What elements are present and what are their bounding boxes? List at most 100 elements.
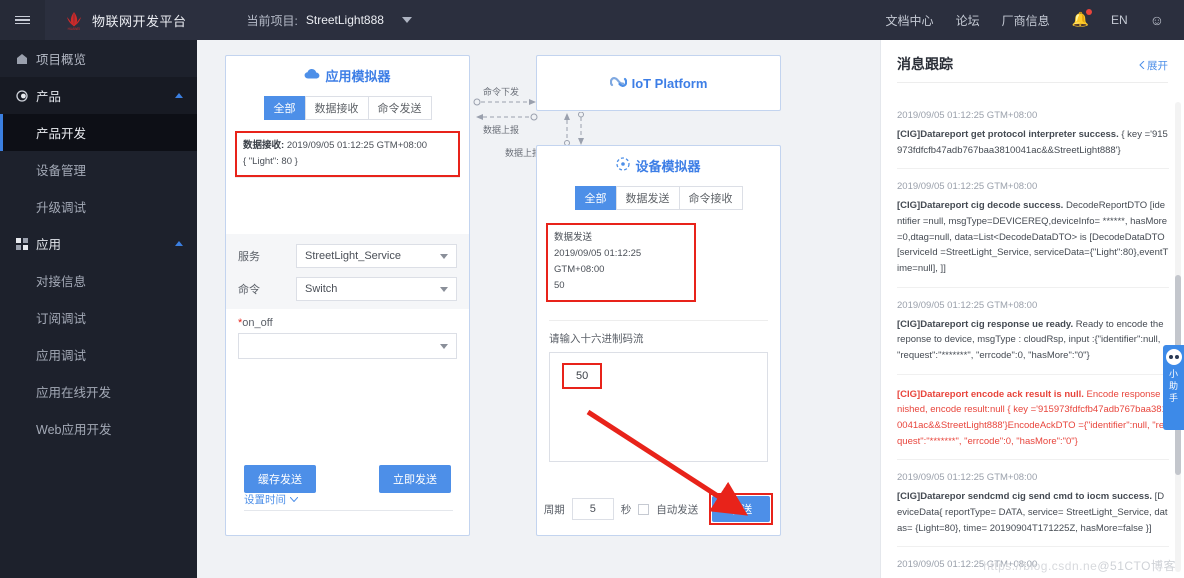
log-label: 数据发送 [554, 232, 593, 243]
user-icon[interactable]: ☺ [1150, 12, 1164, 28]
chevron-down-icon [440, 253, 448, 259]
watermark: https://blog.csdn.ne@51CTO博客 [983, 557, 1176, 574]
nav-link-forum[interactable]: 论坛 [956, 12, 980, 29]
project-value: StreetLight888 [305, 13, 384, 27]
sidebar: 项目概览 产品 产品开发 设备管理 升级调试 应用 对接信息 订阅调试 应用调试… [0, 40, 197, 578]
trace-entry: 2019/09/05 01:12:25 GTM+08:00 [CIG]Datar… [897, 460, 1169, 548]
log-body: { "Light": 80 } [243, 156, 298, 168]
log-label: 数据接收: [243, 140, 285, 151]
sidebar-item-web-app-dev[interactable]: Web应用开发 [0, 410, 197, 447]
param-label-row: *on_off [226, 309, 469, 333]
message-trace-divider [897, 82, 1168, 83]
assistant-label: 小助手 [1168, 369, 1178, 404]
home-icon [16, 53, 36, 65]
trace-entry: [CIG]Datareport encode ack result is nul… [897, 375, 1169, 461]
device-send-controls: 周期 秒 自动发送 发送 [537, 493, 780, 525]
trace-entry-bold: [CIG]Datarepor sendcmd cig send cmd to i… [897, 491, 1152, 503]
hex-input-value: 50 [562, 362, 603, 389]
connector-arrows-vertical [564, 112, 584, 146]
hex-input-label: 请输入十六进制码流 [549, 332, 644, 345]
hex-divider [549, 319, 768, 321]
command-select[interactable]: Switch [296, 277, 457, 302]
chevron-up-icon[interactable] [175, 241, 183, 246]
trace-entry-bold: [CIG]Datareport get protocol interpreter… [897, 129, 1119, 140]
sidebar-item-label: 应用在线开发 [36, 386, 112, 400]
chevron-down-icon [290, 497, 298, 502]
sidebar-item-upgrade-debug[interactable]: 升级调试 [0, 188, 197, 225]
sidebar-item-integration-info[interactable]: 对接信息 [0, 262, 197, 299]
product-icon [16, 89, 36, 102]
sidebar-group-label: 应用 [36, 238, 62, 252]
send-button[interactable]: 发送 [712, 496, 771, 522]
brand-title: 物联网开发平台 [92, 13, 187, 29]
message-trace-list[interactable]: 2019/09/05 01:12:25 GTM+08:00 [CIG]Datar… [881, 98, 1184, 578]
trace-entry-bold: [CIG]Datareport cig decode success. [897, 200, 1064, 212]
language-switch[interactable]: EN [1111, 13, 1128, 27]
tab-data-receive[interactable]: 数据接收 [304, 96, 368, 120]
device-simulator-title-row: 设备模拟器 [537, 146, 780, 184]
sidebar-item-device-mgmt[interactable]: 设备管理 [0, 151, 197, 188]
tab-command-send[interactable]: 命令发送 [367, 96, 432, 120]
device-simulator-tabs: 全部 数据发送 命令接收 [537, 186, 780, 210]
auto-send-checkbox[interactable] [638, 503, 650, 515]
bell-icon[interactable]: 🔔 [1072, 9, 1093, 29]
iot-platform-card: IoT Platform [536, 55, 781, 111]
iot-platform-title: IoT Platform [631, 75, 708, 91]
trace-entry: 2019/09/05 01:12:25 GTM+08:00 [CIG]Datar… [897, 98, 1169, 170]
nav-link-docs[interactable]: 文档中心 [886, 12, 934, 29]
trace-entry: 2019/09/05 01:12:25 GTM+08:00 [CIG]Datar… [897, 288, 1169, 375]
cloud-icon [304, 68, 320, 83]
assistant-widget[interactable]: 小助手 [1163, 345, 1184, 430]
tab-command-receive[interactable]: 命令接收 [678, 186, 743, 210]
sidebar-item-product-dev[interactable]: 产品开发 [0, 114, 197, 151]
trace-entry-rest: DecodeReportDTO [identifier =null, msgTy… [897, 200, 1169, 275]
hamburger-icon[interactable] [0, 0, 45, 40]
sidebar-group-application[interactable]: 应用 [0, 225, 197, 262]
chevron-up-icon[interactable] [175, 93, 183, 98]
trace-entry-time: 2019/09/05 01:12:25 GTM+08:00 [897, 299, 1038, 311]
message-trace-title: 消息跟踪 [897, 56, 953, 72]
set-time-divider [244, 510, 453, 511]
param-select[interactable] [238, 333, 457, 360]
command-row: 命令 Switch [238, 277, 457, 302]
service-row: 服务 StreetLight_Service [238, 244, 457, 269]
chevron-down-icon [440, 344, 448, 350]
chevron-down-icon[interactable] [401, 17, 412, 23]
tab-all[interactable]: 全部 [263, 96, 305, 120]
sidebar-item-overview[interactable]: 项目概览 [0, 40, 197, 77]
app-simulator-tabs: 全部 数据接收 命令发送 [226, 96, 469, 120]
sidebar-item-app-debug[interactable]: 应用调试 [0, 336, 197, 373]
period-label: 周期 [543, 503, 565, 516]
watermark-text-2: @51CTO博客 [1097, 559, 1176, 573]
set-time-label: 设置时间 [244, 494, 286, 506]
device-simulator-log-entry: 数据发送 2019/09/05 01:12:25 GTM+08:00 50 [546, 223, 696, 302]
trace-entry-message: [CIG]Datareport encode ack result is nul… [897, 387, 1169, 450]
hex-input-area[interactable]: 50 [549, 351, 768, 462]
trace-entry-message: [CIG]Datareport get protocol interpreter… [897, 127, 1169, 158]
device-icon [616, 156, 631, 174]
sidebar-item-label: 升级调试 [36, 201, 87, 215]
cache-send-button[interactable]: 缓存发送 [244, 465, 316, 493]
param-label: on_off [242, 317, 273, 330]
set-time-link[interactable]: 设置时间 [244, 492, 298, 507]
sidebar-group-product[interactable]: 产品 [0, 77, 197, 114]
trace-entry-time: 2019/09/05 01:12:25 GTM+08:00 [897, 181, 1038, 193]
sidebar-item-app-online-dev[interactable]: 应用在线开发 [0, 373, 197, 410]
period-input[interactable] [571, 498, 614, 520]
send-now-button[interactable]: 立即发送 [379, 465, 451, 493]
sidebar-item-subscribe-debug[interactable]: 订阅调试 [0, 299, 197, 336]
expand-link[interactable]: 展开 [1139, 58, 1168, 73]
project-label: 当前项目: [246, 13, 298, 28]
log-divider [235, 177, 460, 179]
service-select[interactable]: StreetLight_Service [296, 244, 457, 269]
send-button-highlight: 发送 [709, 493, 774, 525]
device-simulator-card: 设备模拟器 全部 数据发送 命令接收 数据发送 2019/09/05 01:12… [536, 145, 781, 536]
command-value: Switch [305, 283, 338, 296]
nav-link-vendor[interactable]: 厂商信息 [1002, 12, 1050, 29]
robot-icon [1165, 349, 1182, 365]
tab-data-send[interactable]: 数据发送 [615, 186, 679, 210]
brand: HUAWEI 物联网开发平台 [45, 9, 187, 31]
project-selector[interactable]: 当前项目: StreetLight888 [247, 12, 412, 29]
tab-all[interactable]: 全部 [574, 186, 616, 210]
simulator-workspace: 命令下发 数据上报 数据上报 命令下发 [197, 40, 877, 578]
